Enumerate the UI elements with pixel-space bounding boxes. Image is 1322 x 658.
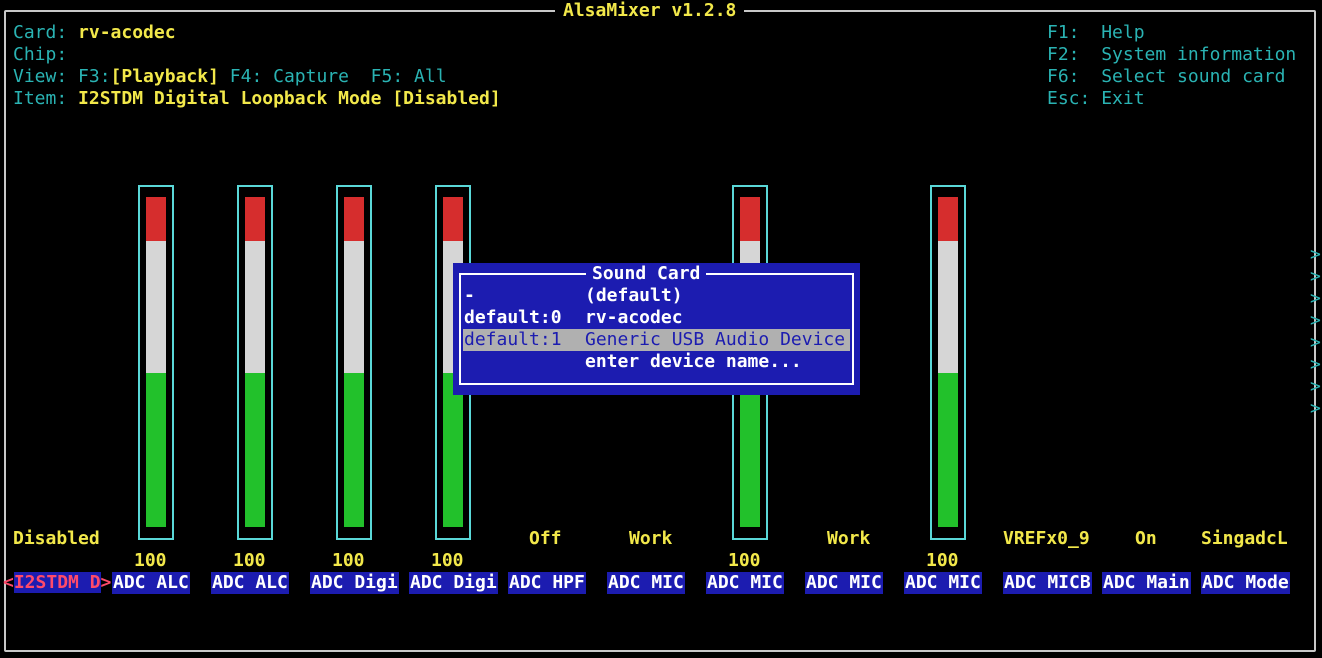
item-value: I2STDM Digital Loopback Mode [Disabled] xyxy=(78,88,501,109)
dialog-title: Sound Card xyxy=(586,263,707,285)
status-label: SingadcL xyxy=(1201,528,1288,549)
volume-value: 100 xyxy=(728,550,761,571)
volume-value: 100 xyxy=(926,550,959,571)
control-adc-micb[interactable]: ADC MICB xyxy=(1003,572,1092,594)
control-adc-digi-2[interactable]: ADC Digi xyxy=(409,572,498,594)
scroll-right-indicator: > xyxy=(1310,288,1321,309)
help-f6[interactable]: F6: Select sound card xyxy=(1047,66,1285,88)
scroll-right-indicator: > xyxy=(1310,376,1321,397)
device-name: Generic USB Audio Device xyxy=(585,329,846,350)
help-key: Esc: xyxy=(1047,88,1091,109)
view-playback[interactable]: [Playback] xyxy=(111,66,219,87)
control-adc-alc-2[interactable]: ADC ALC xyxy=(211,572,289,594)
help-key: F1: xyxy=(1047,22,1080,43)
device-id: default:0 xyxy=(464,307,562,328)
card-info: Card: rv-acodec xyxy=(13,22,176,44)
volume-value: 100 xyxy=(233,550,266,571)
volume-meter-adc-alc-1[interactable] xyxy=(138,185,174,540)
control-adc-mode[interactable]: ADC Mode xyxy=(1201,572,1290,594)
device-id: - xyxy=(464,285,475,306)
view-info: View: F3:[Playback] F4: Capture F5: All xyxy=(13,66,447,88)
control-adc-alc-1[interactable]: ADC ALC xyxy=(112,572,190,594)
status-label: Work xyxy=(827,528,871,549)
view-all[interactable]: F5: All xyxy=(371,66,447,87)
card-value: rv-acodec xyxy=(78,22,176,43)
control-name: I2STDM D xyxy=(13,572,101,593)
control-adc-mic-4[interactable]: ADC MIC xyxy=(904,572,982,594)
device-id: default:1 xyxy=(464,329,562,350)
selector-right-arrow: > xyxy=(100,572,112,593)
card-label: Card: xyxy=(13,22,68,43)
view-f3-key[interactable]: F3: xyxy=(78,66,111,87)
help-esc[interactable]: Esc: Exit xyxy=(1047,88,1145,110)
view-capture[interactable]: F4: Capture xyxy=(230,66,349,87)
control-i2stdm-selected[interactable]: <I2STDM D> xyxy=(3,572,111,594)
sound-card-dialog: Sound Card - (default) default:0 rv-acodec… xyxy=(453,263,860,395)
device-name: (default) xyxy=(585,285,683,306)
help-text: System information xyxy=(1101,44,1297,65)
status-label: Off xyxy=(529,528,562,549)
scroll-right-indicator: > xyxy=(1310,398,1321,419)
status-label: On xyxy=(1135,528,1157,549)
scroll-right-indicator: > xyxy=(1310,244,1321,265)
view-label: View: xyxy=(13,66,68,87)
scroll-right-indicator: > xyxy=(1310,310,1321,331)
help-text: Select sound card xyxy=(1101,66,1286,87)
chip-info: Chip: xyxy=(13,44,78,66)
app-title: AlsaMixer v1.2.8 xyxy=(555,0,745,22)
sound-card-option-enter-name[interactable]: enter device name... xyxy=(463,351,850,373)
scroll-right-indicator: > xyxy=(1310,354,1321,375)
item-info: Item: I2STDM Digital Loopback Mode [Disa… xyxy=(13,88,501,110)
volume-meter-adc-mic-4[interactable] xyxy=(930,185,966,540)
control-adc-main[interactable]: ADC Main xyxy=(1102,572,1191,594)
volume-value: 100 xyxy=(431,550,464,571)
help-f1[interactable]: F1: Help xyxy=(1047,22,1145,44)
help-key: F6: xyxy=(1047,66,1080,87)
status-label: VREFx0_9 xyxy=(1003,528,1090,549)
volume-value: 100 xyxy=(332,550,365,571)
scroll-right-indicator: > xyxy=(1310,332,1321,353)
volume-value: 100 xyxy=(134,550,167,571)
control-adc-mic-3[interactable]: ADC MIC xyxy=(805,572,883,594)
control-adc-digi-1[interactable]: ADC Digi xyxy=(310,572,399,594)
help-text: Exit xyxy=(1101,88,1145,109)
device-name: rv-acodec xyxy=(585,307,683,328)
volume-meter-adc-alc-2[interactable] xyxy=(237,185,273,540)
scroll-right-indicator: > xyxy=(1310,266,1321,287)
item-label: Item: xyxy=(13,88,68,109)
control-adc-mic-2[interactable]: ADC MIC xyxy=(706,572,784,594)
sound-card-option-rv-acodec[interactable]: default:0 rv-acodec xyxy=(463,307,850,329)
selector-left-arrow: < xyxy=(3,572,14,593)
control-adc-mic-1[interactable]: ADC MIC xyxy=(607,572,685,594)
sound-card-option-usb-audio[interactable]: default:1 Generic USB Audio Device xyxy=(463,329,850,351)
status-label: Work xyxy=(629,528,673,549)
chip-label: Chip: xyxy=(13,44,68,65)
status-label: Disabled xyxy=(13,528,100,549)
help-key: F2: xyxy=(1047,44,1080,65)
control-adc-hpf[interactable]: ADC HPF xyxy=(508,572,586,594)
help-f2[interactable]: F2: System information xyxy=(1047,44,1296,66)
volume-meter-adc-digi-1[interactable] xyxy=(336,185,372,540)
sound-card-option-default[interactable]: - (default) xyxy=(463,285,850,307)
help-text: Help xyxy=(1101,22,1145,43)
device-name: enter device name... xyxy=(585,351,802,372)
